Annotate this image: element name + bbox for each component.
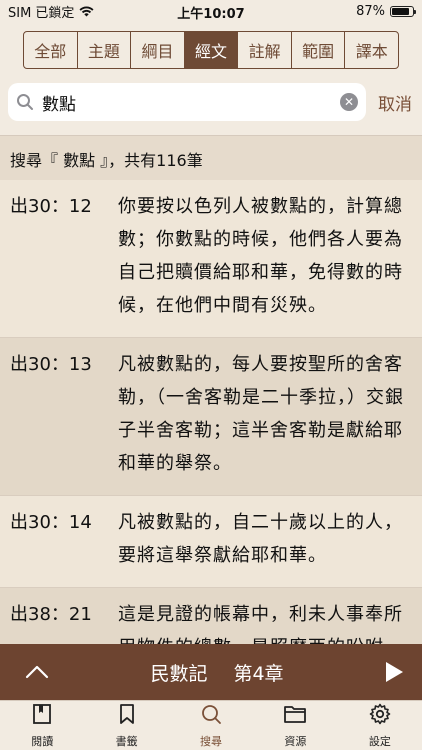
filter-header: 全部 主題 綱目 經文 註解 範圍 譯本 xyxy=(0,22,422,77)
segment-2[interactable]: 綱目 xyxy=(131,32,185,68)
scope-segmented-control: 全部 主題 綱目 經文 註解 範圍 譯本 xyxy=(23,31,399,69)
verse-reference: 出30：14 xyxy=(10,512,92,533)
segment-1[interactable]: 主題 xyxy=(78,32,132,68)
chevron-up-icon[interactable] xyxy=(24,662,50,682)
result-count-header: 搜尋『 數點 』，共有116筆 xyxy=(0,136,422,181)
verse-row[interactable]: 出30：12 你要按以色列人被數點的，計算總數；你數點的時候，他們各人要為自己把贖… xyxy=(0,180,422,338)
tab-label: 資源 xyxy=(284,735,307,748)
segment-0[interactable]: 全部 xyxy=(24,32,78,68)
book-icon xyxy=(30,702,54,730)
wifi-icon xyxy=(79,6,94,16)
clear-search-icon[interactable]: ✕ xyxy=(340,93,358,111)
tab-bar: 閱讀 書籤 搜尋 資源 設定 xyxy=(0,700,422,750)
search-box[interactable]: ✕ xyxy=(8,83,366,121)
tab-book[interactable]: 閱讀 xyxy=(0,701,84,750)
battery-percent: 87% xyxy=(356,3,385,19)
carrier-label: SIM 已鎖定 xyxy=(8,5,75,21)
verse-text: 凡被數點的，自二十歲以上的人，要將這舉祭獻給耶和華。 xyxy=(118,512,403,566)
current-book: 民數記 xyxy=(150,662,208,685)
segment-6[interactable]: 譯本 xyxy=(345,32,398,68)
tab-bookmark[interactable]: 書籤 xyxy=(84,701,168,750)
tab-label: 閱讀 xyxy=(31,735,54,748)
tab-label: 書籤 xyxy=(115,735,138,748)
chapter-player-bar: 民數記 第4章 xyxy=(0,644,422,700)
verse-row[interactable]: 出30：14 凡被數點的，自二十歲以上的人，要將這舉祭獻給耶和華。 xyxy=(0,496,422,588)
verse-row[interactable]: 出38：21 這是見證的帳幕中，利未人事奉所用物件的總數，是照摩西的吩咐，經祭司亞… xyxy=(0,588,422,644)
current-chapter[interactable]: 民數記 第4章 xyxy=(150,659,283,686)
verse-row[interactable]: 出30：13 凡被數點的，每人要按聖所的舍客勒，（一舍客勒是二十季拉，）交銀子半舍… xyxy=(0,338,422,496)
verse-reference: 出38：21 xyxy=(10,604,92,625)
search-icon xyxy=(199,702,223,730)
segment-4[interactable]: 註解 xyxy=(238,32,292,68)
gear-icon xyxy=(368,702,392,730)
segment-5[interactable]: 範圍 xyxy=(292,32,346,68)
verse-reference: 出30：12 xyxy=(10,196,92,217)
verse-text: 凡被數點的，每人要按聖所的舍客勒，（一舍客勒是二十季拉，）交銀子半舍客勒；這半舍… xyxy=(118,354,404,474)
tab-label: 搜尋 xyxy=(200,735,223,748)
verse-text: 這是見證的帳幕中，利未人事奉所用物件的總數，是照摩西的吩咐，經祭司亞倫的兒子以他… xyxy=(118,604,403,644)
cancel-button[interactable]: 取消 xyxy=(378,90,412,115)
search-input[interactable] xyxy=(42,92,340,112)
tab-gear[interactable]: 設定 xyxy=(338,701,422,750)
status-left: SIM 已鎖定 xyxy=(8,2,94,21)
tab-search[interactable]: 搜尋 xyxy=(169,701,253,750)
verse-text: 你要按以色列人被數點的，計算總數；你數點的時候，他們各人要為自己把贖價給耶和華，… xyxy=(118,196,403,316)
search-icon xyxy=(17,94,33,110)
segment-3[interactable]: 經文 xyxy=(184,32,239,68)
tab-label: 設定 xyxy=(368,735,391,748)
battery-level xyxy=(392,7,410,15)
status-right: 87% xyxy=(356,3,416,19)
status-bar: SIM 已鎖定 上午10:07 87% xyxy=(0,0,422,22)
tab-folder[interactable]: 資源 xyxy=(253,701,337,750)
current-chapter-number: 第4章 xyxy=(233,662,284,685)
search-row: ✕ 取消 xyxy=(0,77,422,135)
folder-icon xyxy=(283,702,307,730)
results-list[interactable]: 出30：12 你要按以色列人被數點的，計算總數；你數點的時候，他們各人要為自己把贖… xyxy=(0,180,422,644)
battery-icon xyxy=(390,5,416,17)
play-icon[interactable] xyxy=(384,661,404,683)
verse-reference: 出30：13 xyxy=(10,354,92,375)
bookmark-icon xyxy=(115,702,139,730)
